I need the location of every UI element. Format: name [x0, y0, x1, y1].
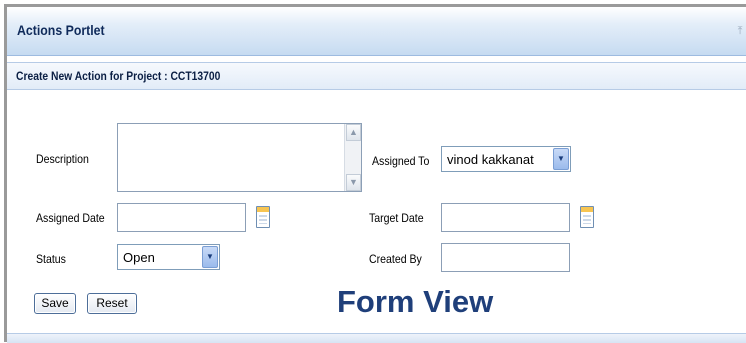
created-by-input[interactable] — [441, 243, 570, 272]
calendar-icon[interactable] — [580, 206, 594, 228]
description-scrollbar[interactable]: ▲ ▼ — [344, 124, 361, 191]
description-label: Description — [36, 152, 89, 166]
target-date-label: Target Date — [369, 211, 424, 225]
calendar-icon[interactable] — [256, 206, 270, 228]
status-value: Open — [123, 250, 155, 265]
assigned-date-input[interactable] — [117, 203, 246, 232]
form-view-caption: Form View — [337, 284, 494, 319]
assigned-to-label: Assigned To — [372, 154, 430, 168]
assigned-to-value: vinod kakkanat — [447, 152, 534, 167]
form-heading: Create New Action for Project : CCT13700 — [16, 69, 221, 83]
collapse-icon[interactable]: ⤒ — [734, 25, 746, 37]
save-button[interactable]: Save — [34, 293, 76, 314]
chevron-down-icon[interactable]: ▼ — [202, 246, 218, 268]
portlet-title: Actions Portlet — [17, 22, 105, 38]
assigned-to-select[interactable]: vinod kakkanat ▼ — [441, 146, 571, 172]
chevron-down-icon[interactable]: ▼ — [553, 148, 569, 170]
form-subheader: Create New Action for Project : CCT13700 — [7, 62, 746, 90]
arrow-down-icon[interactable]: ▼ — [346, 174, 361, 191]
status-select[interactable]: Open ▼ — [117, 244, 220, 270]
arrow-up-icon[interactable]: ▲ — [346, 124, 361, 141]
description-textarea[interactable]: ▲ ▼ — [117, 123, 362, 192]
target-date-input[interactable] — [441, 203, 570, 232]
assigned-date-label: Assigned Date — [36, 211, 105, 225]
created-by-label: Created By — [369, 252, 422, 266]
status-label: Status — [36, 252, 66, 266]
portlet-header: Actions Portlet ⤒ — [7, 7, 746, 56]
reset-button[interactable]: Reset — [87, 293, 137, 314]
